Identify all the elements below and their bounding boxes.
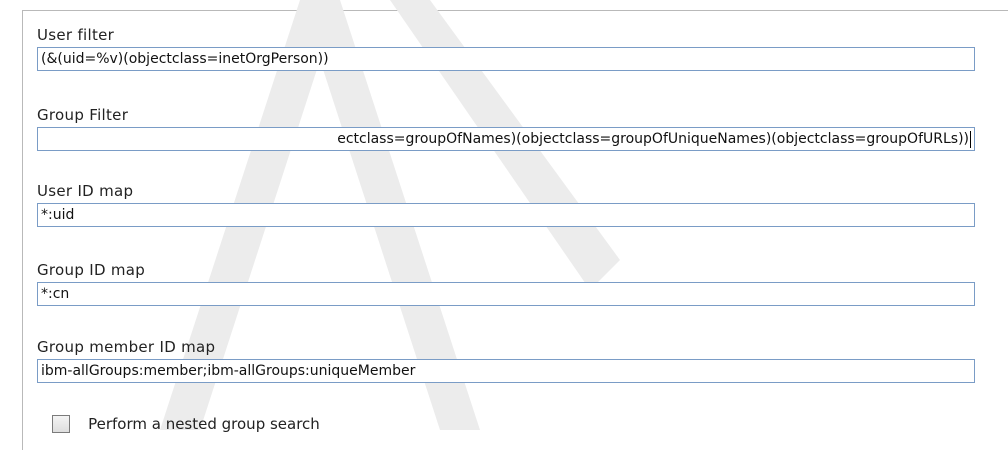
nested-group-search-row: Perform a nested group search: [52, 415, 320, 445]
group-member-id-map-label: Group member ID map: [37, 338, 216, 356]
group-filter-label: Group Filter: [37, 106, 129, 124]
nested-group-search-checkbox[interactable]: [52, 415, 70, 433]
group-member-id-map-input[interactable]: ibm-allGroups:member;ibm-allGroups:uniqu…: [37, 359, 975, 383]
text-caret: [970, 130, 971, 148]
user-id-map-label: User ID map: [37, 182, 134, 200]
panel-frame: [22, 10, 1008, 450]
user-filter-label: User filter: [37, 26, 115, 44]
group-id-map-label: Group ID map: [37, 261, 146, 279]
group-filter-value: ectclass=groupOfNames)(objectclass=group…: [337, 131, 969, 147]
group-id-map-field: Group ID map *:cn: [37, 261, 975, 306]
user-filter-field: User filter (&(uid=%v)(objectclass=inetO…: [37, 26, 975, 71]
group-member-id-map-field: Group member ID map ibm-allGroups:member…: [37, 338, 975, 383]
user-id-map-field: User ID map *:uid: [37, 182, 975, 227]
group-filter-field: Group Filter ectclass=groupOfNames)(obje…: [37, 106, 975, 151]
user-id-map-input[interactable]: *:uid: [37, 203, 975, 227]
user-filter-input[interactable]: (&(uid=%v)(objectclass=inetOrgPerson)): [37, 47, 975, 71]
group-id-map-input[interactable]: *:cn: [37, 282, 975, 306]
group-filter-input[interactable]: ectclass=groupOfNames)(objectclass=group…: [37, 127, 975, 151]
nested-group-search-label: Perform a nested group search: [88, 415, 320, 433]
